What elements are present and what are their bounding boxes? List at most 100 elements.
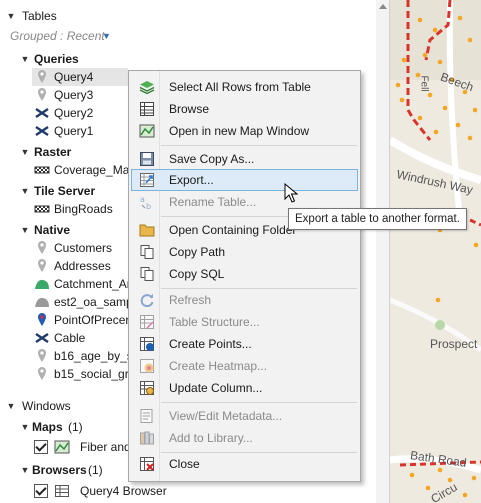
- menu-item-label: Create Heatmap...: [169, 359, 268, 373]
- table-grid-icon: [54, 483, 70, 499]
- menu-item-update-column[interactable]: Update Column...: [131, 377, 358, 399]
- blue-pin-icon: [34, 312, 50, 328]
- grouped-label: Grouped : Recent: [10, 29, 105, 43]
- menu-item-save-copy-as[interactable]: Save Copy As...: [131, 148, 358, 170]
- menu-item-label: View/Edit Metadata...: [169, 409, 283, 423]
- menu-item-label: Select All Rows from Table: [169, 80, 311, 94]
- section-queries-label: Queries: [34, 52, 79, 66]
- table-item-label: b15_social_gra: [54, 367, 136, 381]
- map-canvas: [390, 0, 481, 503]
- map-label-fell: Fell: [418, 75, 430, 92]
- metadata-icon: [139, 408, 155, 424]
- table-item-label: PointOfPrecer: [54, 313, 130, 327]
- menu-item-table-structure[interactable]: Table Structure...: [131, 311, 358, 333]
- menu-item-copy-sql[interactable]: Copy SQL: [131, 263, 358, 285]
- expand-chevron-icon[interactable]: ▼: [20, 143, 30, 161]
- menu-item-select-all-rows[interactable]: Select All Rows from Table: [131, 76, 358, 98]
- menu-separator: [161, 402, 357, 403]
- query-pin-icon: [34, 69, 50, 85]
- expand-chevron-icon[interactable]: ▼: [20, 50, 30, 68]
- map-view[interactable]: Beech Windrush Way Prospect Bath Road Ci…: [390, 0, 481, 503]
- menu-item-label: Export...: [169, 173, 214, 187]
- table-item-query4[interactable]: Query4: [32, 68, 128, 86]
- table-item-label: Query3: [54, 88, 94, 102]
- svg-text:a: a: [140, 195, 145, 204]
- table-item-label: est2_oa_samp: [54, 295, 133, 309]
- map-window-icon: [139, 123, 155, 139]
- section-maps-label: Maps: [32, 420, 63, 434]
- menu-item-label: Add to Library...: [169, 431, 253, 445]
- tables-header-label: Tables: [22, 9, 57, 23]
- table-item-label: b16_age_by_s: [54, 349, 133, 363]
- layers-icon: [139, 79, 155, 95]
- save-disk-icon: [139, 151, 155, 167]
- browsers-count: (1): [88, 463, 103, 477]
- menu-separator: [161, 145, 357, 146]
- menu-item-label: Create Points...: [169, 337, 252, 351]
- expand-chevron-icon[interactable]: ▼: [20, 418, 30, 436]
- menu-item-open-map-window[interactable]: Open in new Map Window: [131, 120, 358, 142]
- table-context-menu: Select All Rows from Table Browse Open i…: [128, 70, 361, 482]
- update-column-icon: [139, 380, 155, 396]
- browser-visible-checkbox[interactable]: [34, 484, 48, 498]
- section-tile-label: Tile Server: [34, 184, 96, 198]
- panel-scrollbar[interactable]: [376, 0, 389, 503]
- menu-item-copy-path[interactable]: Copy Path: [131, 241, 358, 263]
- collapse-chevron-icon[interactable]: ▼: [6, 7, 16, 25]
- table-item-label: Query1: [54, 124, 94, 138]
- menu-item-create-heatmap[interactable]: Create Heatmap...: [131, 355, 358, 377]
- table-structure-icon: [139, 314, 155, 330]
- section-browsers-label: Browsers: [32, 463, 87, 477]
- grouped-dropdown-icon[interactable]: ▼: [102, 27, 111, 45]
- menu-item-label: Copy Path: [169, 245, 226, 259]
- menu-item-refresh[interactable]: Refresh: [131, 289, 358, 311]
- table-item-label: BingRoads: [54, 202, 113, 216]
- menu-item-label: Open Containing Folder: [169, 223, 297, 237]
- svg-text:b: b: [146, 202, 151, 210]
- collapse-chevron-icon[interactable]: ▼: [6, 397, 16, 415]
- query-cross-icon: [34, 123, 50, 139]
- query-pin-icon: [34, 87, 50, 103]
- raster-checker-icon: [34, 162, 50, 178]
- close-table-icon: [139, 456, 155, 472]
- region-icon: [34, 276, 50, 292]
- rename-ab-icon: ab: [139, 194, 155, 210]
- expand-chevron-icon[interactable]: ▼: [20, 182, 30, 200]
- windows-header-label: Windows: [22, 399, 71, 413]
- menu-item-label: Table Structure...: [169, 315, 260, 329]
- table-item-label: Addresses: [54, 259, 111, 273]
- export-icon: [139, 172, 155, 188]
- raster-checker-icon: [34, 201, 50, 217]
- table-item-label: Coverage_Ma: [54, 163, 130, 177]
- point-pin-icon: [34, 258, 50, 274]
- expand-chevron-icon[interactable]: ▼: [20, 221, 30, 239]
- point-pin-icon: [34, 348, 50, 364]
- table-item-label: Query2: [54, 106, 94, 120]
- section-native-label: Native: [34, 223, 71, 237]
- menu-item-create-points[interactable]: Create Points...: [131, 333, 358, 355]
- map-label-prospect: Prospect: [430, 337, 478, 351]
- export-tooltip: Export a table to another format.: [288, 208, 467, 230]
- library-icon: [139, 430, 155, 446]
- menu-item-browse[interactable]: Browse: [131, 98, 358, 120]
- expand-chevron-icon[interactable]: ▼: [20, 461, 30, 479]
- menu-item-label: Refresh: [169, 293, 212, 307]
- map-visible-checkbox[interactable]: [34, 440, 48, 454]
- menu-item-close[interactable]: Close: [131, 453, 358, 475]
- scroll-up-arrow-icon[interactable]: [379, 4, 387, 9]
- table-item-label: Catchment_Ar: [54, 277, 131, 291]
- menu-item-label: Save Copy As...: [169, 152, 255, 166]
- folder-icon: [139, 222, 155, 238]
- mouse-cursor-icon: [284, 183, 298, 203]
- table-item-label: Query4: [54, 70, 94, 84]
- table-item-label: Cable: [54, 331, 86, 345]
- heatmap-icon: [139, 358, 155, 374]
- table-item-label: Customers: [54, 241, 113, 255]
- point-pin-icon: [34, 366, 50, 382]
- table-grid-icon: [139, 101, 155, 117]
- menu-item-label: Close: [169, 457, 200, 471]
- menu-item-add-to-library[interactable]: Add to Library...: [131, 427, 358, 449]
- menu-item-export[interactable]: Export...: [131, 169, 358, 191]
- menu-item-view-edit-metadata[interactable]: View/Edit Metadata...: [131, 405, 358, 427]
- browser-window-label: Query4 Browser: [80, 484, 167, 498]
